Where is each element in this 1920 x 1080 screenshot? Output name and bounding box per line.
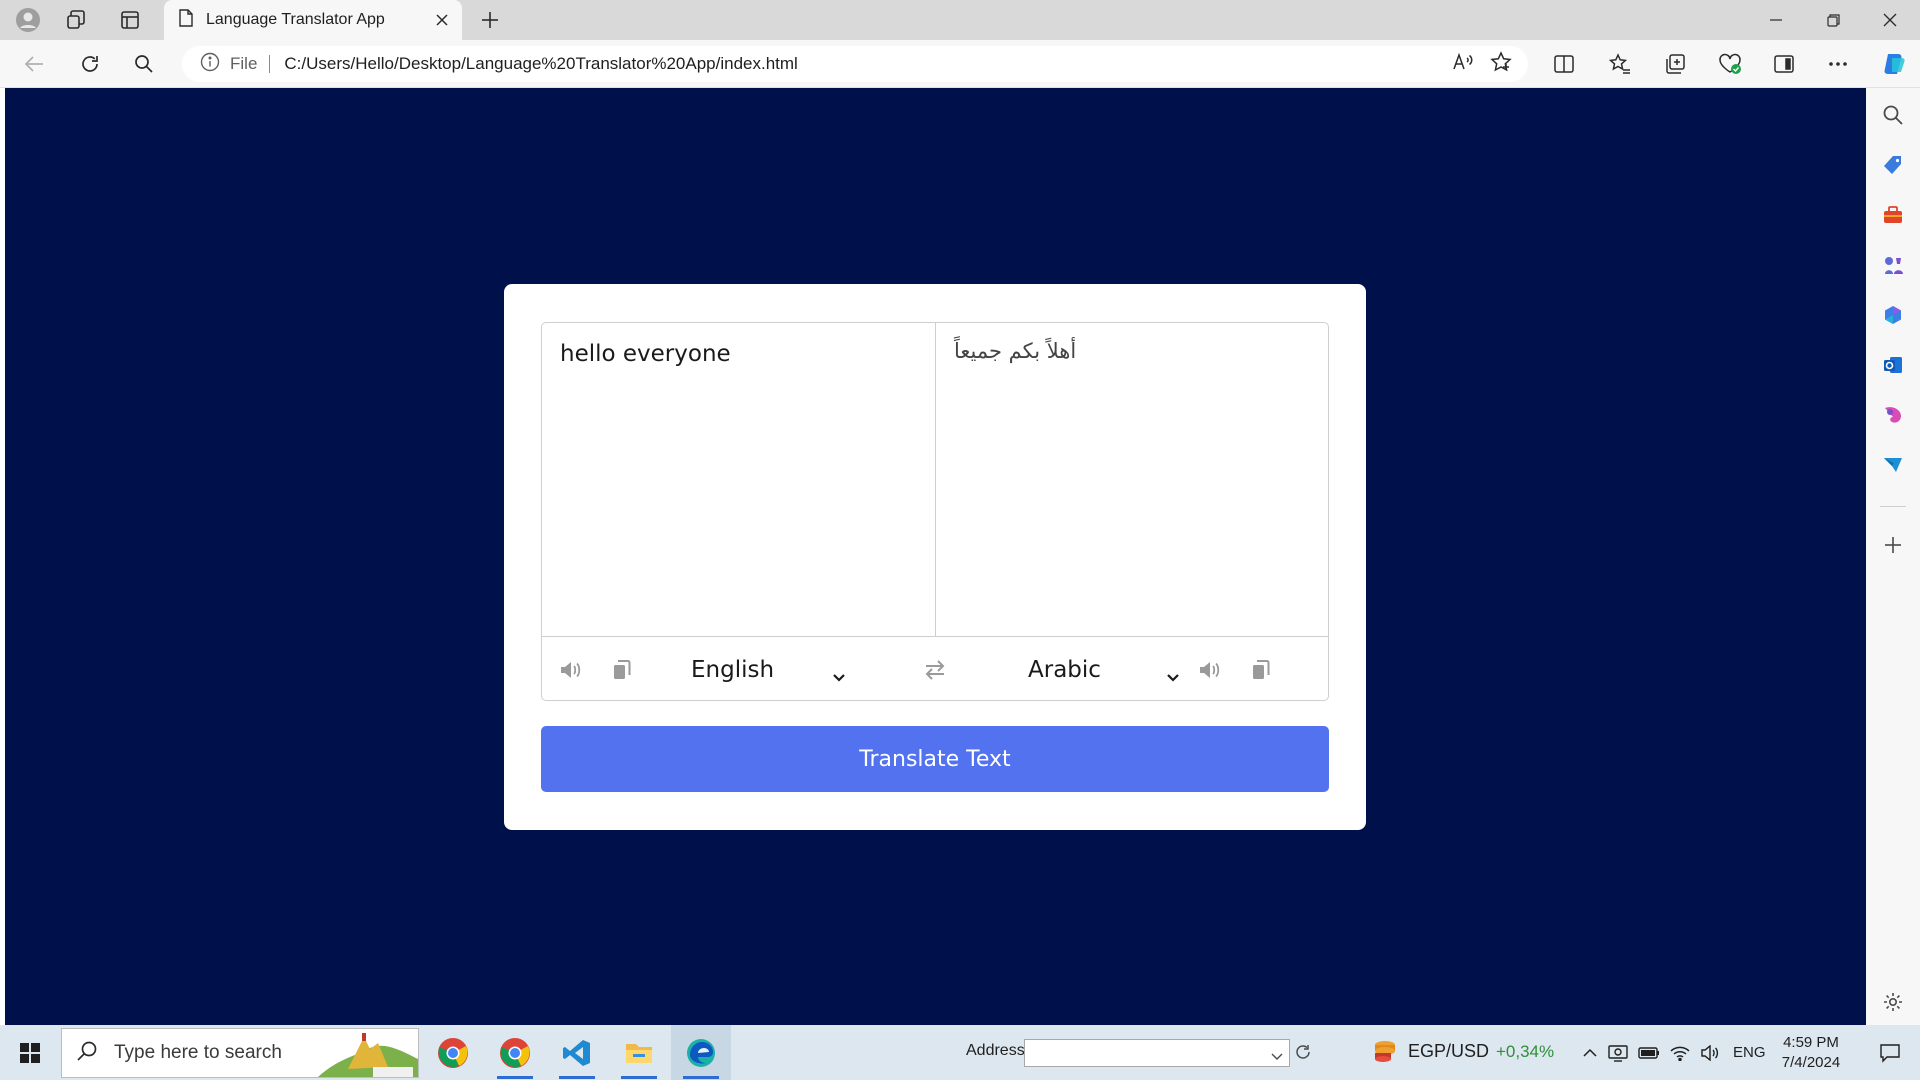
security-center-icon[interactable] <box>1605 1025 1631 1080</box>
address-bar[interactable]: File C:/Users/Hello/Desktop/Language%20T… <box>182 46 1528 82</box>
taskbar-vscode-icon[interactable] <box>547 1025 607 1080</box>
running-indicator <box>559 1076 595 1079</box>
clock-date: 7/4/2024 <box>1781 1054 1841 1071</box>
chevron-down-icon[interactable] <box>1271 1048 1283 1066</box>
favorites-icon[interactable] <box>1600 44 1640 84</box>
address-url[interactable]: C:/Users/Hello/Desktop/Language%20Transl… <box>284 54 1452 74</box>
translated-text-area[interactable]: أهلاً بكم جميعاً <box>936 323 1328 636</box>
currency-coins-icon <box>1370 1037 1400 1072</box>
outlook-icon[interactable] <box>1866 345 1920 385</box>
target-language-select[interactable]: Arabic <box>1028 653 1180 687</box>
minimize-icon[interactable] <box>1748 0 1804 40</box>
running-indicator <box>497 1076 533 1079</box>
source-speak-icon[interactable] <box>558 657 584 683</box>
profile-icon[interactable] <box>8 0 48 40</box>
battery-icon[interactable] <box>1636 1025 1662 1080</box>
split-screen-icon[interactable] <box>1544 44 1584 84</box>
system-clock[interactable]: 4:59 PM 7/4/2024 <box>1776 1033 1846 1073</box>
taskbar-search-icon <box>76 1040 98 1067</box>
more-options-icon[interactable] <box>1818 44 1858 84</box>
address-scheme: File <box>230 54 258 73</box>
taskbar-file-explorer-icon[interactable] <box>609 1025 669 1080</box>
address-toolbar-input[interactable] <box>1024 1039 1290 1067</box>
chevron-down-icon <box>1166 663 1180 689</box>
currency-change: +0,34% <box>1496 1042 1555 1061</box>
sidebar-toggle-icon[interactable] <box>1764 44 1804 84</box>
input-language-indicator[interactable]: ENG <box>1733 1044 1766 1061</box>
language-controls: English Arabic <box>542 636 1328 700</box>
designer-icon[interactable] <box>1866 395 1920 435</box>
browser-toolbar: File C:/Users/Hello/Desktop/Language%20T… <box>0 40 1920 88</box>
browser-tab-bar: Language Translator App <box>0 0 1920 40</box>
shopping-tag-icon[interactable] <box>1866 145 1920 185</box>
read-aloud-icon[interactable] <box>1452 52 1474 77</box>
address-go-icon[interactable] <box>1294 1043 1312 1066</box>
source-copy-icon[interactable] <box>609 657 635 683</box>
copilot-icon[interactable] <box>1874 44 1914 84</box>
back-arrow-icon[interactable] <box>14 44 54 84</box>
target-speak-icon[interactable] <box>1197 657 1223 683</box>
address-divider <box>269 55 271 73</box>
close-window-icon[interactable] <box>1862 0 1918 40</box>
info-icon[interactable] <box>200 52 220 77</box>
tools-icon[interactable] <box>1866 195 1920 235</box>
running-indicator <box>683 1076 719 1079</box>
source-language-select[interactable]: English <box>691 653 846 687</box>
games-icon[interactable] <box>1866 245 1920 285</box>
search-highlight-image <box>318 1029 418 1077</box>
tab-title: Language Translator App <box>206 11 385 28</box>
workspaces-icon[interactable] <box>56 0 96 40</box>
add-sidebar-app-icon[interactable] <box>1866 525 1920 565</box>
taskbar-search-placeholder: Type here to search <box>114 1042 282 1063</box>
target-language-label: Arabic <box>1028 657 1101 683</box>
collections-icon[interactable] <box>1655 44 1695 84</box>
chevron-down-icon <box>832 663 846 689</box>
currency-ticker[interactable]: EGP/USD <box>1408 1041 1489 1062</box>
wifi-icon[interactable] <box>1667 1025 1693 1080</box>
notifications-icon[interactable] <box>1866 1025 1914 1080</box>
taskbar-search-box[interactable]: Type here to search <box>61 1028 419 1078</box>
favorite-star-icon[interactable] <box>1490 50 1512 78</box>
taskbar-chrome-2-icon[interactable] <box>485 1025 545 1080</box>
vertical-tabs-icon[interactable] <box>110 0 150 40</box>
source-text-area[interactable]: hello everyone <box>542 323 936 636</box>
send-message-icon[interactable] <box>1866 445 1920 485</box>
search-icon[interactable] <box>124 44 164 84</box>
windows-taskbar: Type here to search Address EGP/USD +0,3… <box>0 1025 1920 1080</box>
microsoft-365-icon[interactable] <box>1866 295 1920 335</box>
taskbar-chrome-icon[interactable] <box>423 1025 483 1080</box>
translate-button[interactable]: Translate Text <box>541 726 1329 792</box>
clock-time: 4:59 PM <box>1783 1034 1839 1051</box>
taskbar-edge-icon[interactable] <box>671 1025 731 1080</box>
new-tab-icon[interactable] <box>470 0 510 40</box>
source-language-label: English <box>691 657 775 683</box>
target-copy-icon[interactable] <box>1248 657 1274 683</box>
address-toolbar-label: Address <box>966 1042 1025 1059</box>
edge-sidebar <box>1866 88 1920 1025</box>
page-viewport: hello everyone أهلاً بكم جميعاً English <box>5 88 1866 1025</box>
translator-card: hello everyone أهلاً بكم جميعاً English <box>504 284 1366 830</box>
sidebar-divider <box>1880 506 1906 507</box>
translation-panel: hello everyone أهلاً بكم جميعاً English <box>541 322 1329 701</box>
browser-essentials-icon[interactable] <box>1710 44 1750 84</box>
restore-icon[interactable] <box>1805 0 1861 40</box>
windows-start-icon[interactable] <box>0 1025 60 1080</box>
show-hidden-icons-chevron-icon[interactable] <box>1580 1025 1600 1080</box>
volume-icon[interactable] <box>1697 1025 1723 1080</box>
running-indicator <box>621 1076 657 1079</box>
tab-language-translator[interactable]: Language Translator App <box>164 0 462 40</box>
close-tab-icon[interactable] <box>428 6 456 34</box>
sidebar-search-icon[interactable] <box>1866 95 1920 135</box>
refresh-icon[interactable] <box>70 44 110 84</box>
swap-languages-icon[interactable] <box>922 657 948 683</box>
page-icon <box>178 8 194 32</box>
sidebar-settings-icon[interactable] <box>1866 982 1920 1022</box>
